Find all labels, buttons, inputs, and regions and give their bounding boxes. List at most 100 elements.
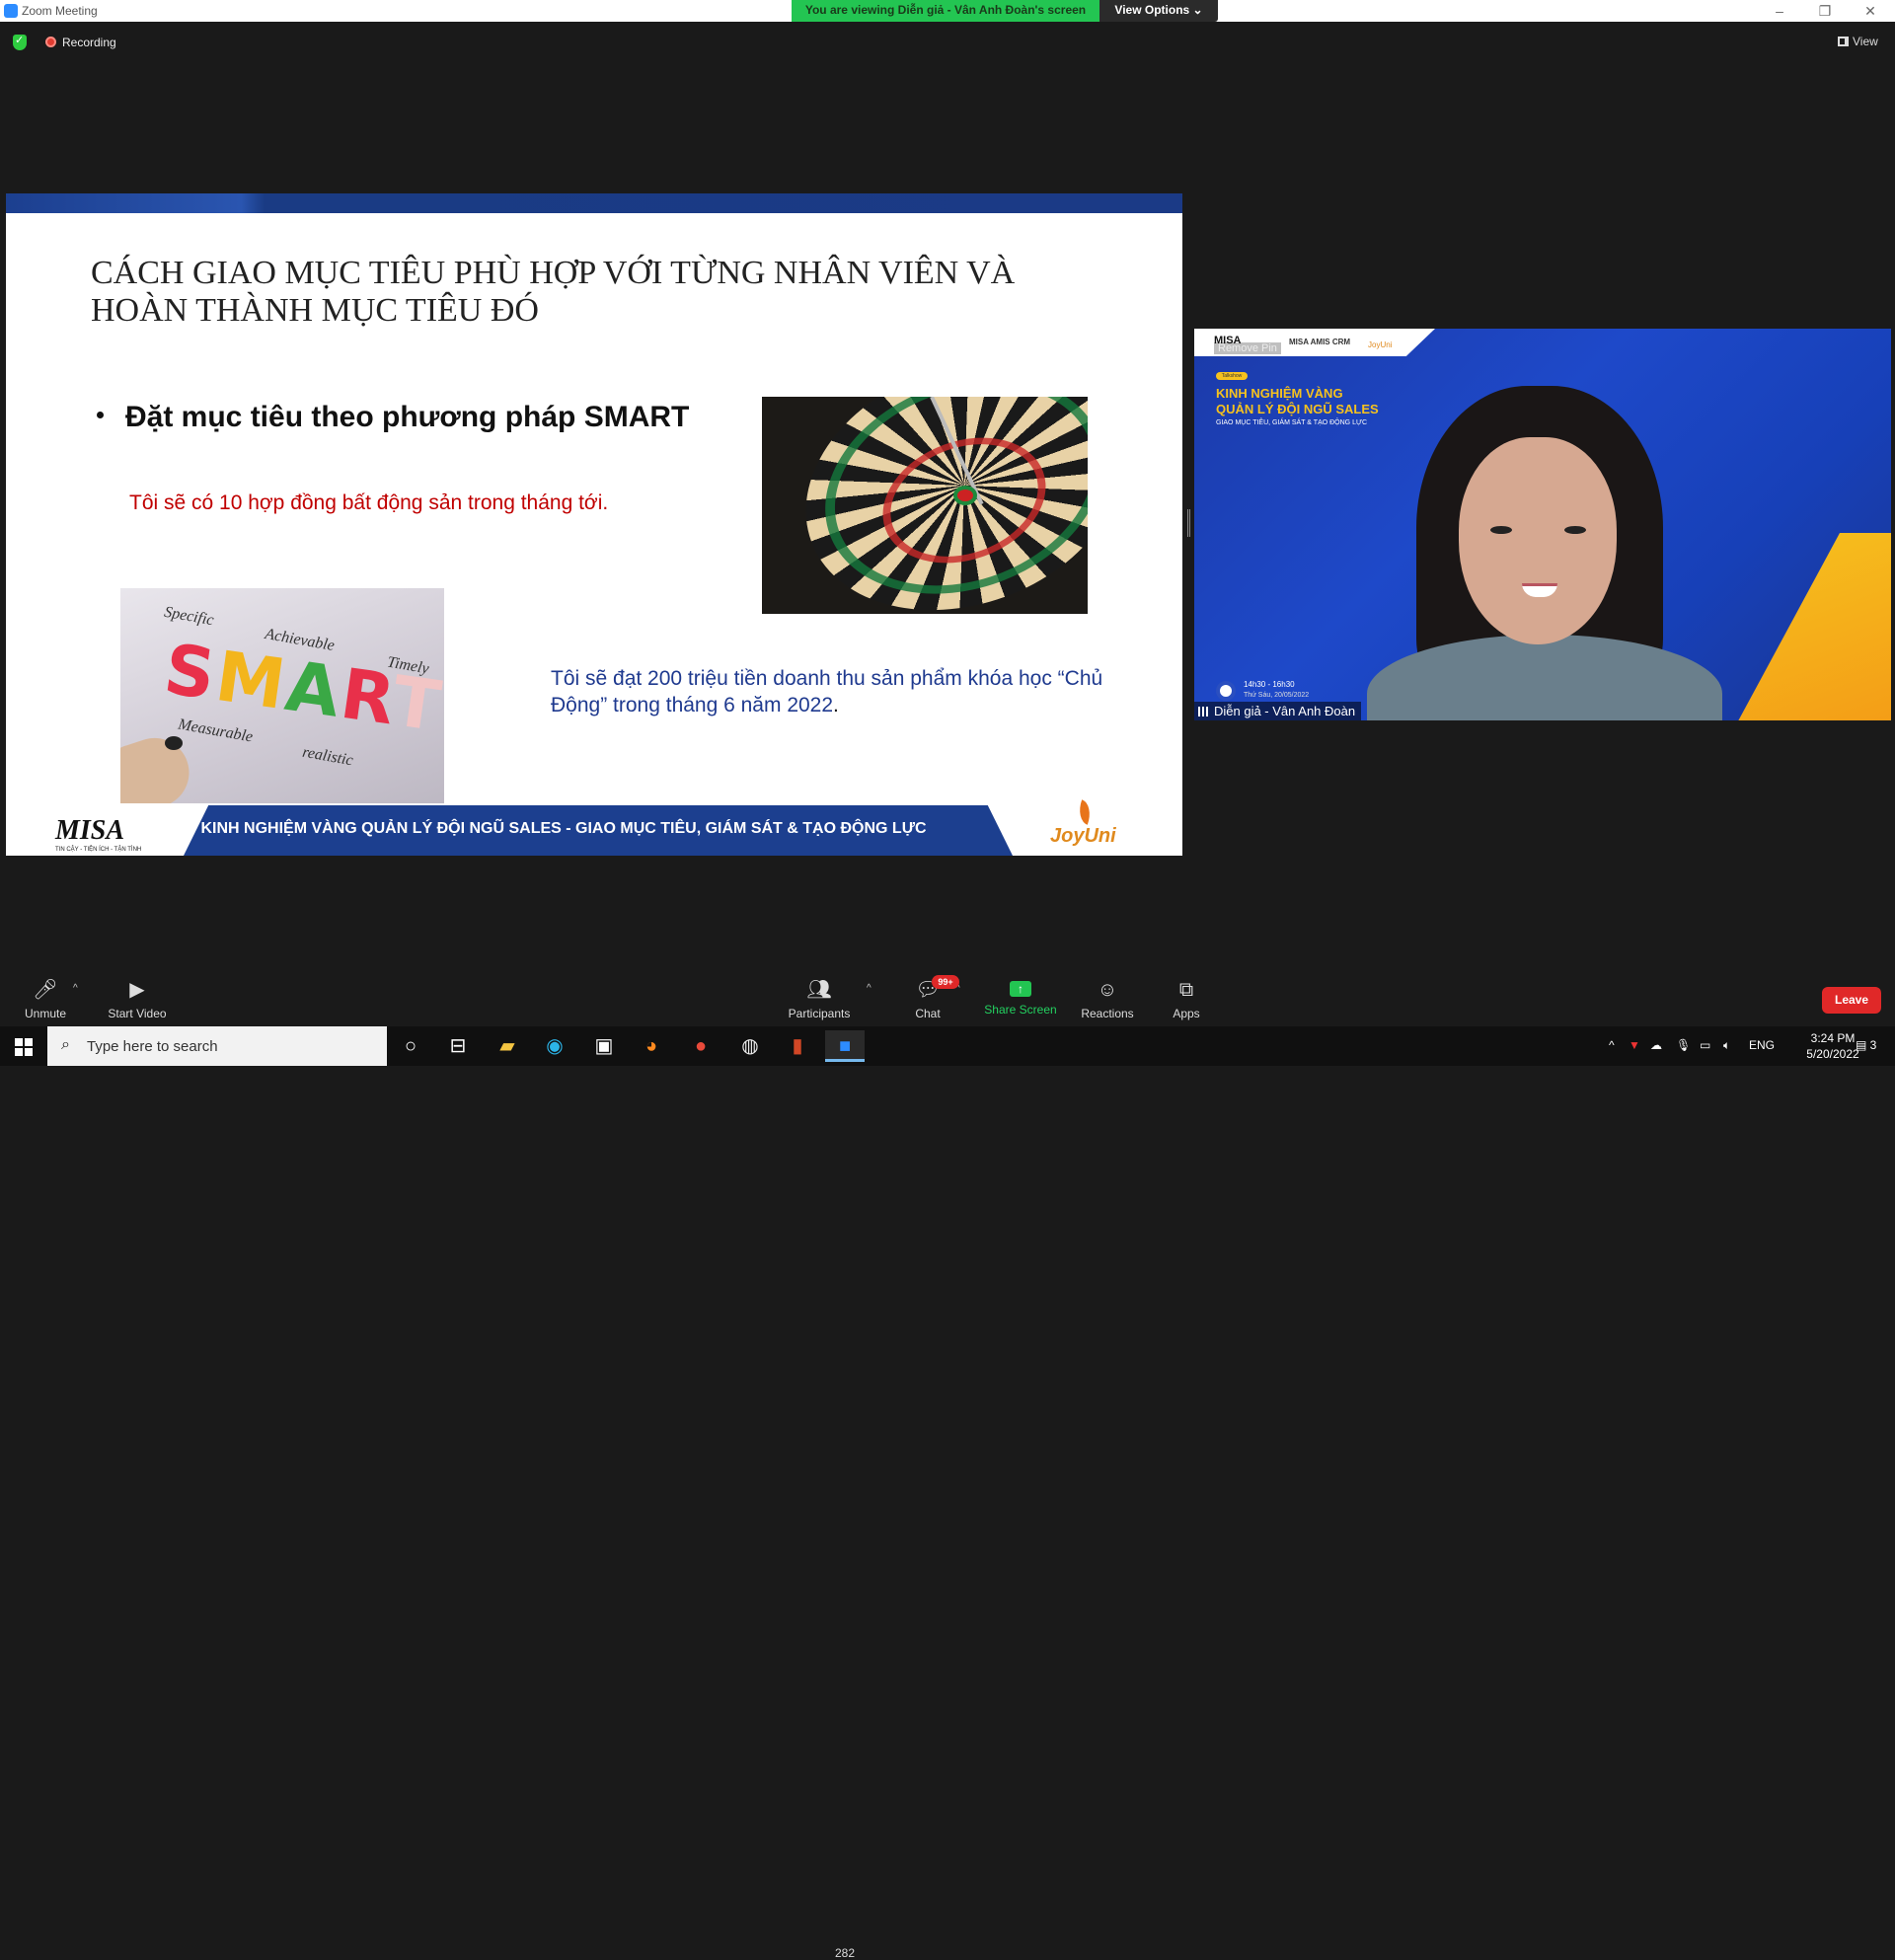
view-label: View [1853, 35, 1878, 48]
microphone-tray-icon[interactable]: 🎙︎ [1676, 1038, 1691, 1052]
network-icon[interactable]: ▭ [1700, 1038, 1710, 1052]
slide-bullet: Đặt mục tiêu theo phương pháp SMART [97, 401, 689, 434]
example-goal-red: Tôi sẽ có 10 hợp đồng bất động sản trong… [129, 491, 609, 514]
joyuni-logo: JoyUni [1050, 825, 1116, 847]
participants-button[interactable]: 👥︎ Participants [780, 965, 859, 1020]
firefox-icon[interactable]: ◕ [632, 1030, 671, 1062]
share-screen-icon: ↑ [1010, 981, 1031, 997]
window-title: Zoom Meeting [22, 4, 98, 18]
event-date: Thứ Sáu, 20/05/2022 [1244, 692, 1310, 699]
task-view-icon[interactable]: ⊟ [438, 1030, 478, 1062]
powerpoint-icon[interactable]: ▮ [778, 1030, 817, 1062]
splitter-handle[interactable] [1187, 509, 1190, 537]
grid-view-icon [1838, 37, 1849, 46]
example-goal-blue: Tôi sẽ đạt 200 triệu tiền doanh thu sản … [551, 665, 1103, 718]
muted-microphone-icon: 🎤︎ [33, 979, 58, 1001]
store-icon[interactable]: ▣ [584, 1030, 624, 1062]
window-titlebar: Zoom Meeting You are viewing Diễn giả - … [0, 0, 1895, 22]
video-headline-line1: KINH NGHIỆM VÀNG [1216, 386, 1343, 401]
video-logo-joyuni: JoyUni [1368, 340, 1393, 349]
view-button[interactable]: View [1838, 35, 1878, 48]
video-background-decoration [1733, 533, 1891, 720]
windows-logo-icon [15, 1038, 23, 1046]
smart-word-measurable: Measurable [177, 716, 255, 746]
signal-bars-icon [1198, 707, 1210, 716]
participants-label: Participants [788, 1007, 851, 1020]
slide-title-line1: CÁCH GIAO MỤC TIÊU PHÙ HỢP VỚI TỪNG NHÂN… [91, 255, 1016, 291]
taskbar-search-box[interactable]: ⌕ Type here to search [47, 1026, 387, 1066]
reactions-icon: ☺ [1097, 979, 1118, 1001]
viewing-screen-banner: You are viewing Diễn giả - Vân Anh Đoàn'… [792, 0, 1099, 22]
video-off-icon: ▶︎ [129, 979, 145, 1001]
skype-app-icon[interactable]: ● [681, 1030, 720, 1062]
joyuni-leaf-icon [1074, 799, 1096, 825]
search-icon: ⌕ [61, 1036, 70, 1053]
slide-top-bar [6, 193, 1182, 213]
dartboard-image [762, 397, 1088, 614]
talkshow-tag: Talkshow [1216, 372, 1248, 380]
pen-tip-icon [165, 736, 183, 750]
audio-options-chevron-icon[interactable]: ^ [73, 983, 78, 994]
start-button[interactable] [0, 1026, 47, 1066]
video-headline: KINH NGHIỆM VÀNG QUẢN LÝ ĐỘI NGŨ SALES [1216, 386, 1379, 417]
leave-button[interactable]: Leave [1822, 987, 1881, 1014]
start-video-label: Start Video [108, 1007, 167, 1020]
event-time: 14h30 - 16h30 [1244, 680, 1295, 689]
share-screen-label: Share Screen [984, 1003, 1057, 1017]
file-explorer-icon[interactable]: ▰ [488, 1030, 527, 1062]
view-options-button[interactable]: View Options ⌄ [1099, 0, 1218, 22]
bullet-text: Đặt mục tiêu theo phương pháp SMART [125, 401, 690, 433]
notification-center-icon[interactable]: ▤ 3 [1856, 1038, 1876, 1052]
participants-chevron-icon[interactable]: ^ [867, 983, 872, 994]
reactions-label: Reactions [1081, 1007, 1134, 1020]
participants-count: 282 [835, 1946, 856, 1960]
cortana-icon[interactable]: ○ [391, 1030, 430, 1062]
windows-logo-icon [15, 1048, 23, 1056]
video-headline-line2: QUẢN LÝ ĐỘI NGŨ SALES [1216, 402, 1379, 416]
smart-letter: M [210, 636, 292, 726]
minimize-button[interactable]: – [1757, 0, 1802, 22]
slide-title: CÁCH GIAO MỤC TIÊU PHÙ HỢP VỚI TỪNG NHÂN… [91, 255, 1078, 330]
show-hidden-icons-chevron-icon[interactable]: ^ [1609, 1038, 1615, 1052]
video-subline: GIAO MỤC TIÊU, GIÁM SÁT & TẠO ĐỘNG LỰC [1216, 419, 1368, 426]
share-screen-button[interactable]: ↑ Share Screen [983, 965, 1058, 1017]
participant-name: Diễn giả - Vân Anh Đoàn [1214, 704, 1356, 718]
chrome-app-icon[interactable]: ◍ [730, 1030, 770, 1062]
unmute-label: Unmute [24, 1007, 67, 1020]
smart-letter: T [387, 660, 444, 748]
edge-browser-icon[interactable]: ◉ [535, 1030, 574, 1062]
apps-button[interactable]: ⧉ Apps [1167, 965, 1206, 1020]
smart-image: Specific Achievable Timely Measurable re… [120, 588, 444, 803]
smart-word-realistic: realistic [301, 743, 355, 770]
video-logo-crm: MISA AMIS CRM [1289, 338, 1351, 346]
language-indicator[interactable]: ENG [1749, 1038, 1775, 1052]
start-video-button[interactable]: ▶︎ Start Video [103, 965, 172, 1020]
close-button[interactable]: ✕ [1848, 0, 1893, 22]
bullet-dot-icon [97, 412, 104, 418]
slide-title-line2: HOÀN THÀNH MỤC TIÊU ĐÓ [91, 292, 539, 329]
remove-pin-button[interactable]: Remove Pin [1214, 342, 1281, 354]
recording-label[interactable]: Recording [62, 36, 116, 49]
apps-label: Apps [1173, 1007, 1200, 1020]
windows-logo-icon [25, 1048, 33, 1056]
zoom-app-icon [4, 4, 18, 18]
volume-icon[interactable]: 🔈︎ [1723, 1038, 1730, 1053]
misa-tagline: TIN CẬY - TIỆN ÍCH - TẬN TÌNH [55, 847, 142, 853]
smart-word-specific: Specific [162, 603, 215, 630]
notification-count: 3 [1869, 1038, 1877, 1052]
speaker-video[interactable]: MISA MISA AMIS CRM JoyUni Remove Pin Tal… [1194, 329, 1891, 720]
zoom-taskbar-icon[interactable]: ■ [825, 1030, 865, 1062]
tray-app-icon[interactable]: ▼ [1629, 1038, 1640, 1052]
reactions-button[interactable]: ☺ Reactions [1078, 965, 1137, 1020]
unmute-button[interactable]: 🎤︎ Unmute [16, 965, 75, 1020]
encryption-shield-icon[interactable] [13, 34, 27, 50]
misa-logo: MISA [55, 815, 125, 846]
chat-button[interactable]: 💬︎ Chat [908, 965, 948, 1020]
chat-label: Chat [915, 1007, 941, 1020]
participant-name-label: Diễn giả - Vân Anh Đoàn [1194, 702, 1362, 720]
restore-button[interactable]: ❐ [1802, 0, 1848, 22]
windows-logo-icon [25, 1038, 33, 1046]
speaker-eye-left [1490, 526, 1512, 534]
onedrive-icon[interactable]: ☁ [1650, 1038, 1662, 1052]
chat-unread-badge: 99+ [932, 975, 959, 989]
